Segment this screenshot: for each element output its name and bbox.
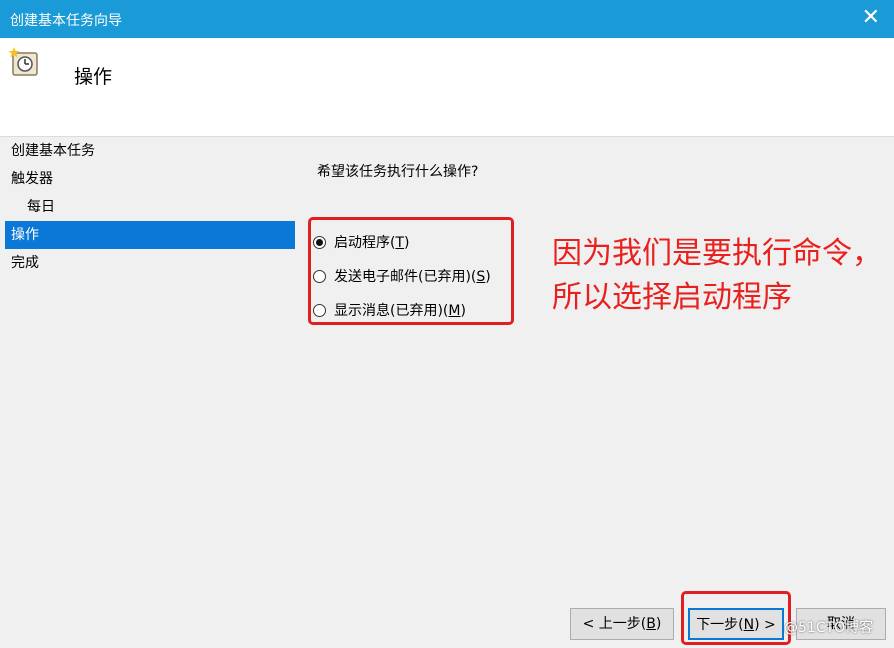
task-clock-icon: [8, 47, 38, 76]
nav-item-daily[interactable]: 每日: [5, 193, 295, 221]
watermark: @51CTO博客: [784, 620, 874, 636]
action-question: 希望该任务执行什么操作?: [317, 164, 479, 180]
highlight-box-next: [681, 591, 791, 645]
highlight-box-options: [308, 217, 514, 325]
close-icon[interactable]: ✕: [862, 5, 880, 31]
wizard-header: 操作: [0, 38, 894, 136]
back-button[interactable]: < 上一步(B): [570, 608, 674, 640]
nav-item-create-basic-task[interactable]: 创建基本任务: [5, 137, 295, 165]
page-title: 操作: [74, 66, 113, 88]
window-title: 创建基本任务向导: [10, 13, 122, 29]
wizard-steps-nav: 创建基本任务 触发器 每日 操作 完成: [5, 137, 295, 277]
nav-item-trigger[interactable]: 触发器: [5, 165, 295, 193]
nav-item-finish[interactable]: 完成: [5, 249, 295, 277]
nav-item-action[interactable]: 操作: [5, 221, 295, 249]
wizard-body: 创建基本任务 触发器 每日 操作 完成 希望该任务执行什么操作? 启动程序(T)…: [0, 136, 894, 648]
annotation-text: 因为我们是要执行命令，所以选择启动程序: [552, 236, 882, 315]
title-bar: 创建基本任务向导 ✕: [0, 0, 894, 38]
